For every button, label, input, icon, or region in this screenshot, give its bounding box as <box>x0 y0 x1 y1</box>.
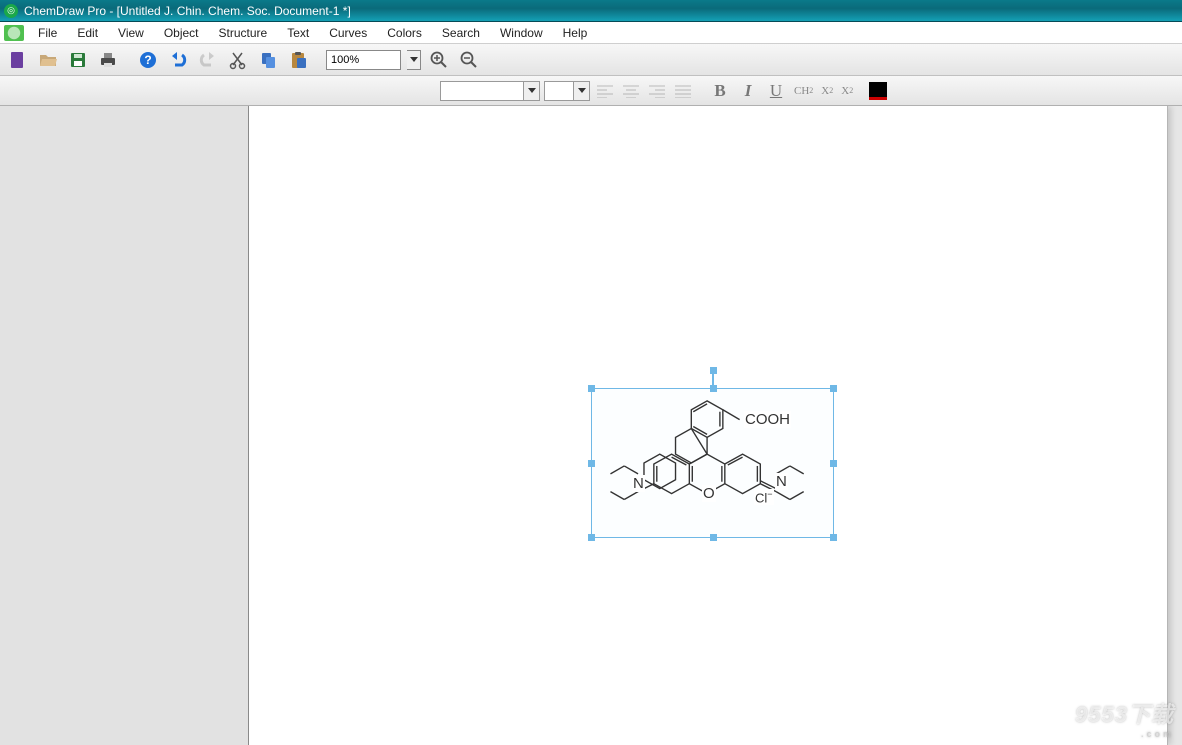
title-bar: ◎ ChemDraw Pro - [Untitled J. Chin. Chem… <box>0 0 1182 22</box>
resize-handle-br[interactable] <box>830 534 837 541</box>
left-margin <box>0 106 248 745</box>
align-justify-icon[interactable] <box>672 80 694 102</box>
align-right-icon[interactable] <box>646 80 668 102</box>
zoom-dropdown-icon[interactable] <box>407 50 421 70</box>
app-icon: ◎ <box>4 4 18 18</box>
menu-help[interactable]: Help <box>553 24 598 42</box>
document-page[interactable]: COOH N O N Cl− <box>248 106 1168 745</box>
font-combo[interactable] <box>440 81 540 101</box>
label-o: O <box>702 485 716 502</box>
selection-box[interactable]: COOH N O N Cl− <box>591 388 834 538</box>
menu-file[interactable]: File <box>28 24 67 42</box>
superscript-button[interactable]: X2 <box>839 85 855 97</box>
window-title: ChemDraw Pro - [Untitled J. Chin. Chem. … <box>24 4 351 18</box>
page-container: COOH N O N Cl− <box>248 106 1182 745</box>
redo-icon[interactable] <box>196 48 220 72</box>
bold-button[interactable]: B <box>708 79 732 103</box>
save-icon[interactable] <box>66 48 90 72</box>
new-icon[interactable] <box>6 48 30 72</box>
copy-icon[interactable] <box>256 48 280 72</box>
watermark: 9553下载 .com <box>1075 697 1174 739</box>
color-swatch[interactable] <box>869 82 887 100</box>
label-n-right: N <box>775 473 788 490</box>
menu-search[interactable]: Search <box>432 24 490 42</box>
svg-text:?: ? <box>144 53 151 67</box>
zoom-input[interactable] <box>326 50 401 70</box>
menu-curves[interactable]: Curves <box>319 24 377 42</box>
resize-handle-ml[interactable] <box>588 460 595 467</box>
italic-button[interactable]: I <box>736 79 760 103</box>
format-toolbar: B I U CH2 X2 X2 <box>0 76 1182 106</box>
resize-handle-mt[interactable] <box>710 385 717 392</box>
help-icon[interactable]: ? <box>136 48 160 72</box>
formula-button[interactable]: CH2 <box>792 85 815 97</box>
print-icon[interactable] <box>96 48 120 72</box>
appmenu-icon[interactable] <box>4 25 24 41</box>
menu-window[interactable]: Window <box>490 24 553 42</box>
subscript-button[interactable]: X2 <box>819 85 835 97</box>
menu-edit[interactable]: Edit <box>67 24 108 42</box>
rotation-handle[interactable] <box>710 367 717 374</box>
paste-icon[interactable] <box>286 48 310 72</box>
menu-text[interactable]: Text <box>277 24 319 42</box>
align-left-icon[interactable] <box>594 80 616 102</box>
fontsize-combo[interactable] <box>544 81 590 101</box>
label-cl: Cl− <box>754 489 774 505</box>
resize-handle-bl[interactable] <box>588 534 595 541</box>
resize-handle-tr[interactable] <box>830 385 837 392</box>
cut-icon[interactable] <box>226 48 250 72</box>
label-cooh: COOH <box>744 411 791 428</box>
resize-handle-mr[interactable] <box>830 460 837 467</box>
menu-object[interactable]: Object <box>154 24 209 42</box>
zoom-out-icon[interactable] <box>457 48 481 72</box>
resize-handle-mb[interactable] <box>710 534 717 541</box>
resize-handle-tl[interactable] <box>588 385 595 392</box>
main-toolbar: ? <box>0 44 1182 76</box>
menu-colors[interactable]: Colors <box>377 24 432 42</box>
align-center-icon[interactable] <box>620 80 642 102</box>
zoom-in-icon[interactable] <box>427 48 451 72</box>
menu-view[interactable]: View <box>108 24 154 42</box>
menu-bar: File Edit View Object Structure Text Cur… <box>0 22 1182 44</box>
workspace: COOH N O N Cl− <box>0 106 1182 745</box>
open-icon[interactable] <box>36 48 60 72</box>
underline-button[interactable]: U <box>764 79 788 103</box>
chemical-structure[interactable]: COOH N O N Cl− <box>596 393 829 533</box>
label-n-left: N <box>632 475 645 492</box>
undo-icon[interactable] <box>166 48 190 72</box>
menu-structure[interactable]: Structure <box>209 24 278 42</box>
